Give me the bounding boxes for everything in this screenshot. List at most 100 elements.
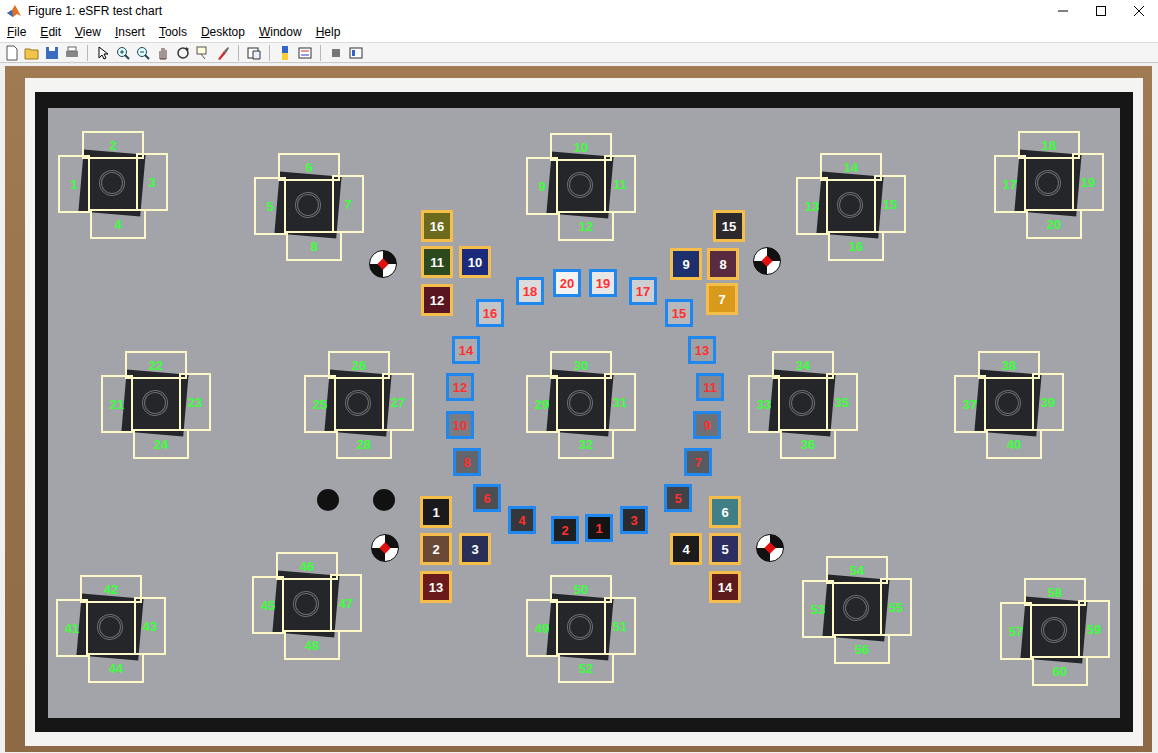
slanted-edge-roi: 7 <box>332 175 364 233</box>
slanted-edge-roi: 48 <box>284 630 340 660</box>
slanted-edge-roi: 20 <box>1026 209 1082 239</box>
toolbar-separator <box>320 45 321 61</box>
roi-label: 40 <box>1007 438 1021 451</box>
roi-label: 18 <box>523 285 537 298</box>
toolbar-button[interactable] <box>94 44 112 62</box>
toolbar-button[interactable] <box>43 44 61 62</box>
slanted-edge-roi: 1 <box>58 155 90 213</box>
toolbar-button[interactable] <box>214 44 232 62</box>
color-patch-roi: 1 <box>420 496 452 528</box>
gray-patch-roi: 5 <box>664 484 692 512</box>
slanted-edge-roi: 27 <box>382 373 414 431</box>
maximize-button[interactable] <box>1082 0 1120 22</box>
menu-item[interactable]: Help <box>316 25 341 39</box>
slanted-edge-roi: 6 <box>278 153 340 181</box>
roi-label: 1 <box>70 178 77 191</box>
menu-item[interactable]: Window <box>259 25 302 39</box>
target-center <box>836 191 864 219</box>
color-patch-roi: 7 <box>706 283 738 315</box>
menu-item[interactable]: File <box>7 25 26 39</box>
toolbar-button[interactable] <box>276 44 294 62</box>
hide-plot-icon <box>328 45 344 61</box>
target-center <box>292 590 320 618</box>
slanted-edge-roi: 49 <box>526 599 558 657</box>
gray-patch-roi: 19 <box>589 269 617 297</box>
colorbar-icon <box>277 45 293 61</box>
title-bar: Figure 1: eSFR test chart <box>0 0 1158 22</box>
registration-diamond <box>761 255 772 266</box>
color-patch-roi: 4 <box>670 533 702 565</box>
slanted-edge-roi: 17 <box>994 155 1026 213</box>
slanted-edge-roi: 12 <box>558 211 614 241</box>
roi-label: 30 <box>574 359 588 372</box>
menu-item[interactable]: Edit <box>40 25 61 39</box>
roi-label: 20 <box>1047 218 1061 231</box>
slanted-edge-roi: 45 <box>252 576 284 634</box>
toolbar-button[interactable] <box>23 44 41 62</box>
slanted-edge-roi: 34 <box>772 351 834 379</box>
roi-label: 24 <box>154 438 168 451</box>
slanted-edge-roi: 11 <box>604 155 636 213</box>
roi-label: 51 <box>613 620 627 633</box>
roi-label: 21 <box>110 398 124 411</box>
roi-label: 16 <box>483 307 497 320</box>
roi-label: 59 <box>1087 623 1101 636</box>
figure-window: Figure 1: eSFR test chart File Edit View Ins… <box>0 0 1158 753</box>
pan-icon <box>155 45 171 61</box>
target-center <box>1034 169 1062 197</box>
minimize-button[interactable] <box>1044 0 1082 22</box>
roi-label: 7 <box>694 456 701 469</box>
toolbar-button[interactable] <box>327 44 345 62</box>
roi-label: 5 <box>721 543 728 556</box>
toolbar-button[interactable] <box>63 44 81 62</box>
slanted-edge-roi: 26 <box>328 351 390 379</box>
roi-label: 16 <box>849 240 863 253</box>
slanted-edge-roi: 15 <box>874 175 906 233</box>
menu-item[interactable]: Desktop <box>201 25 245 39</box>
roi-label: 2 <box>109 139 116 152</box>
maximize-icon <box>1096 6 1106 16</box>
roi-label: 14 <box>459 344 473 357</box>
slanted-edge-roi: 28 <box>336 429 392 459</box>
toolbar-button[interactable] <box>3 44 21 62</box>
roi-label: 11 <box>430 256 444 269</box>
roi-label: 22 <box>149 359 163 372</box>
toolbar-button[interactable] <box>134 44 152 62</box>
gray-patch-roi: 1 <box>585 514 613 542</box>
roi-label: 29 <box>535 398 549 411</box>
target-center <box>344 389 372 417</box>
roi-label: 50 <box>574 583 588 596</box>
menu-item[interactable]: Insert <box>115 25 145 39</box>
zoom-out-icon <box>135 45 151 61</box>
slanted-edge-roi: 22 <box>125 351 187 379</box>
roi-label: 38 <box>1002 359 1016 372</box>
color-patch-roi: 9 <box>670 248 702 280</box>
chart-dot <box>317 489 339 511</box>
toolbar-button[interactable] <box>245 44 263 62</box>
menu-item[interactable]: View <box>75 25 101 39</box>
target-center <box>994 389 1022 417</box>
slanted-edge-roi: 47 <box>330 574 362 632</box>
slanted-edge-roi: 53 <box>802 580 834 638</box>
menu-item[interactable]: Tools <box>159 25 187 39</box>
toolbar-button[interactable] <box>347 44 365 62</box>
print-icon <box>64 45 80 61</box>
toolbar-button[interactable] <box>154 44 172 62</box>
roi-label: 4 <box>114 218 121 231</box>
registration-mark <box>753 247 781 275</box>
toolbar-button[interactable] <box>114 44 132 62</box>
gray-patch-roi: 16 <box>476 299 504 327</box>
toolbar-button[interactable] <box>296 44 314 62</box>
toolbar-button[interactable] <box>174 44 192 62</box>
close-button[interactable] <box>1120 0 1158 22</box>
slanted-edge-roi: 55 <box>880 578 912 636</box>
roi-label: 10 <box>453 419 467 432</box>
gray-patch-roi: 8 <box>453 448 481 476</box>
roi-label: 14 <box>844 161 858 174</box>
roi-label: 19 <box>596 277 610 290</box>
slanted-edge-roi: 8 <box>286 231 342 261</box>
roi-label: 23 <box>188 396 202 409</box>
roi-label: 43 <box>143 620 157 633</box>
toolbar-button[interactable] <box>194 44 212 62</box>
slanted-edge-roi: 3 <box>136 153 168 211</box>
